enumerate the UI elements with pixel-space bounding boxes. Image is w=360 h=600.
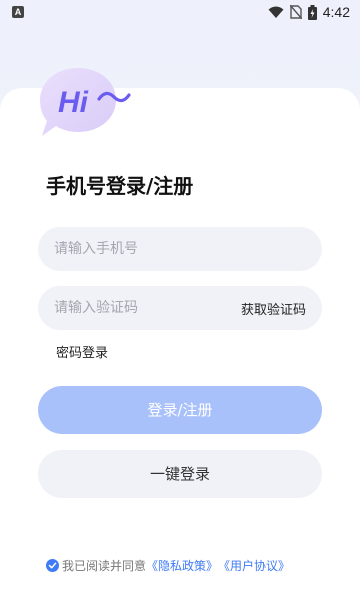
agreement-text: 我已阅读并同意 — [62, 559, 147, 573]
status-left: A — [12, 6, 24, 18]
battery-charging-icon — [307, 4, 317, 20]
login-register-button[interactable]: 登录/注册 — [38, 386, 322, 434]
user-agreement-link[interactable]: 《用户协议》 — [218, 557, 290, 574]
hi-greeting: Hi — [58, 86, 88, 119]
no-sim-icon — [289, 5, 302, 19]
tilde-icon — [97, 91, 131, 103]
phone-field[interactable] — [38, 227, 322, 271]
wifi-icon — [268, 6, 284, 18]
page-title: 手机号登录/注册 — [46, 174, 194, 198]
check-icon — [48, 562, 57, 569]
one-click-login-button[interactable]: 一键登录 — [38, 450, 322, 498]
get-code-button[interactable]: 获取验证码 — [241, 299, 306, 318]
agree-checkbox[interactable] — [46, 559, 59, 572]
phone-input[interactable] — [54, 241, 306, 257]
code-field[interactable]: 获取验证码 — [38, 286, 322, 330]
agreement: 我已阅读并同意 《隐私政策》 《用户协议》 — [46, 557, 290, 574]
password-login-link[interactable]: 密码登录 — [56, 342, 108, 361]
clock: 4:42 — [322, 4, 350, 20]
privacy-policy-link[interactable]: 《隐私政策》 — [146, 557, 218, 574]
status-bar: A 4:42 — [0, 0, 360, 24]
login-card — [0, 88, 360, 600]
code-input[interactable] — [54, 300, 241, 316]
status-right: 4:42 — [268, 4, 350, 20]
app-notification-icon: A — [12, 6, 24, 18]
